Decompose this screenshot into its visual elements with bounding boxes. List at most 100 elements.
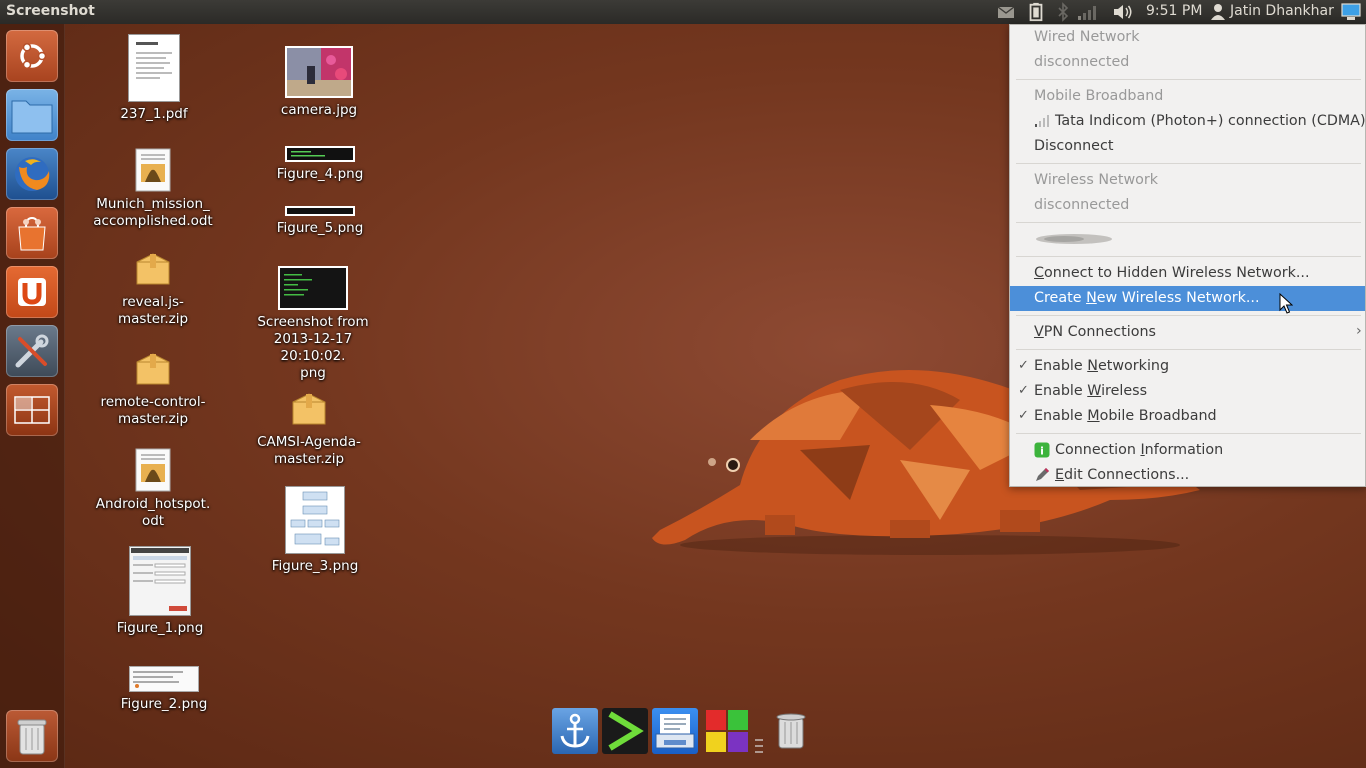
desktop-file-label: 237_1.pdf [120, 106, 188, 122]
menu-item-connection-information[interactable]: i Connection Information [1010, 438, 1366, 462]
desktop-file-label: Figure_4.png [276, 166, 364, 182]
blurred-network-name-icon[interactable] [1034, 231, 1114, 247]
label-text: ireless [1101, 383, 1148, 399]
launcher-firefox-button[interactable] [6, 148, 58, 200]
menu-separator [1016, 433, 1361, 434]
app-title: Screenshot [6, 3, 95, 19]
firefox-icon [15, 157, 50, 191]
desktop-file-screenshot-png[interactable]: Screenshot from 2013-12-17 20:10:02. png [253, 266, 373, 382]
launcher-software-center-button[interactable] [6, 207, 58, 259]
launcher-workspace-switcher-button[interactable] [6, 384, 58, 436]
desktop-file-label: Figure_1.png [116, 620, 204, 636]
desktop-file-reveal-zip[interactable]: reveal.js-master.zip [93, 250, 213, 328]
mnemonic: E [1055, 467, 1065, 483]
dock-separator-icon [755, 739, 763, 753]
desktop-file-237-pdf[interactable]: 237_1.pdf [94, 34, 214, 123]
dock-printer-app[interactable] [652, 708, 698, 754]
dock-cube-app[interactable] [704, 708, 750, 754]
image-thumbnail [129, 666, 199, 692]
user-name[interactable]: Jatin Dhankhar [1230, 3, 1334, 19]
launcher-files-button[interactable] [6, 89, 58, 141]
menu-header-wired-network: Wired Network [1034, 29, 1140, 45]
mail-icon[interactable] [996, 2, 1016, 22]
label-text: Create [1034, 290, 1087, 306]
battery-icon[interactable] [1028, 2, 1044, 22]
desktop-file-figure-2[interactable]: Figure_2.png [104, 666, 224, 713]
dock-terminal-app[interactable] [602, 708, 648, 754]
label-text: Enable [1034, 383, 1088, 399]
pencil-icon [1036, 468, 1049, 481]
mnemonic: W [1087, 383, 1102, 399]
bluetooth-icon[interactable] [1056, 2, 1070, 22]
archive-icon [292, 393, 326, 425]
clock[interactable]: 9:51 PM [1146, 3, 1202, 19]
desktop-file-figure-3[interactable]: Figure_3.png [255, 486, 375, 575]
menu-separator [1016, 256, 1361, 257]
menu-item-enable-networking[interactable]: Enable Networking [1034, 354, 1169, 378]
desktop-file-label: CAMSI-Agenda- master.zip [257, 434, 361, 467]
mnemonic: M [1087, 408, 1100, 424]
menu-header-wireless-network: Wireless Network [1034, 172, 1159, 188]
terminal-thumbnail [285, 206, 355, 216]
ubuntu-one-icon [18, 278, 46, 306]
folder-icon [11, 100, 53, 134]
desktop-file-label: camera.jpg [280, 102, 358, 118]
menu-item-edit-connections[interactable]: Edit Connections... [1010, 463, 1366, 487]
launcher-ubuntu-one-button[interactable] [6, 266, 58, 318]
desktop-file-label: Figure_3.png [271, 558, 359, 574]
label-text: Connection [1055, 442, 1141, 458]
mouse-cursor-icon [1279, 293, 1293, 314]
menu-wireless-status: disconnected [1034, 197, 1130, 213]
menu-item-enable-wireless[interactable]: Enable Wireless [1034, 379, 1147, 403]
label-text: PN Connections [1043, 324, 1156, 340]
image-thumbnail [129, 546, 191, 616]
desktop-file-camera-jpg[interactable]: camera.jpg [259, 46, 379, 119]
volume-icon[interactable] [1112, 2, 1136, 22]
menu-separator [1016, 222, 1361, 223]
dock-anchor-app[interactable] [552, 708, 598, 754]
label-text: etworking [1097, 358, 1170, 374]
label-text: nformation [1144, 442, 1224, 458]
terminal-prompt-icon [608, 711, 644, 751]
dock-trash-app[interactable] [770, 708, 816, 754]
user-icon[interactable] [1210, 2, 1226, 22]
label-text: Enable [1034, 408, 1088, 424]
archive-icon [136, 353, 170, 385]
desktop-file-android-hotspot-odt[interactable]: Android_hotspot. odt [93, 448, 213, 530]
check-icon: ✓ [1018, 408, 1029, 423]
trash-icon [17, 719, 47, 755]
terminal-thumbnail [285, 146, 355, 162]
menu-item-create-new-network[interactable]: Create New Wireless Network... [1034, 286, 1260, 310]
desktop-file-figure-4[interactable]: Figure_4.png [260, 146, 380, 183]
label-text: Enable [1034, 358, 1088, 374]
check-icon: ✓ [1018, 358, 1029, 373]
desktop-file-label: Figure_5.png [276, 220, 364, 236]
desktop-file-figure-5[interactable]: Figure_5.png [260, 206, 380, 237]
label-text: dit Connections... [1064, 467, 1190, 483]
desktop-file-label: Android_hotspot. odt [95, 496, 211, 529]
menu-item-mobile-connection[interactable]: Tata Indicom (Photon+) connection (CDMA) [1010, 109, 1366, 133]
launcher-trash-button[interactable] [6, 710, 58, 762]
menu-item-connect-hidden-network[interactable]: Connect to Hidden Wireless Network... [1034, 261, 1310, 285]
printer-icon [655, 714, 695, 749]
desktop-file-camsi-zip[interactable]: CAMSI-Agenda- master.zip [249, 390, 369, 468]
desktop-file-remote-control-zip[interactable]: remote-control- master.zip [93, 350, 213, 428]
desktop-file-figure-1[interactable]: Figure_1.png [100, 546, 220, 637]
desktop-file-label: remote-control- master.zip [100, 394, 206, 427]
label-text: onnect to Hidden Wireless Network... [1043, 265, 1310, 281]
menu-item-vpn-connections[interactable]: VPN Connections [1034, 320, 1156, 344]
color-cube-icon [706, 710, 748, 752]
menu-separator [1016, 315, 1361, 316]
network-signal-icon[interactable] [1076, 2, 1100, 22]
launcher-dash-button[interactable] [6, 30, 58, 82]
menu-item-enable-mobile-broadband[interactable]: Enable Mobile Broadband [1034, 404, 1217, 428]
anchor-icon [560, 713, 590, 748]
session-menu-icon[interactable] [1340, 2, 1362, 22]
menu-separator [1016, 163, 1361, 164]
menu-item-disconnect[interactable]: Disconnect [1034, 134, 1113, 158]
desktop-file-munich-odt[interactable]: Munich_mission_ accomplished.odt [93, 148, 213, 230]
shopping-bag-icon [18, 216, 46, 251]
desktop-file-label: Screenshot from 2013-12-17 20:10:02. png [257, 314, 369, 381]
launcher-system-settings-button[interactable] [6, 325, 58, 377]
pdf-thumbnail [128, 34, 180, 102]
